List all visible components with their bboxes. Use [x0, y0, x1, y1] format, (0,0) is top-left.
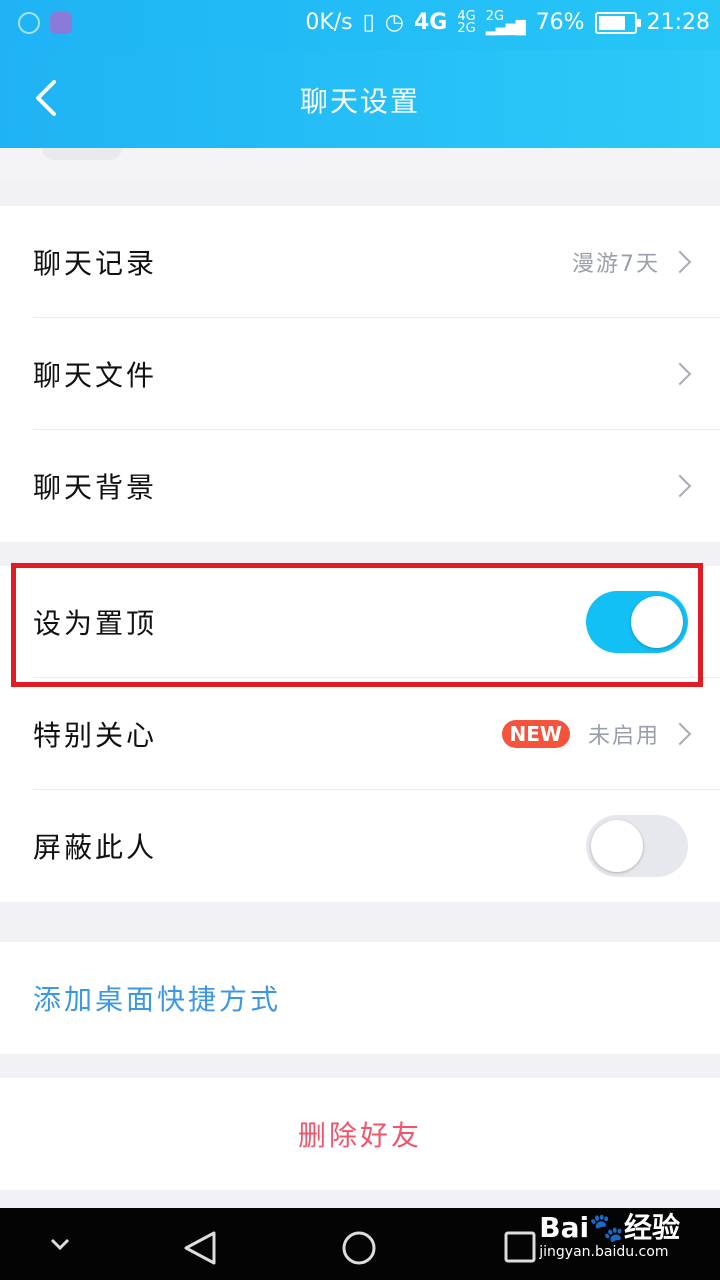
- alarm-icon: ◷: [384, 10, 404, 35]
- chat-section: 聊天记录 漫游7天 聊天文件 聊天背景: [0, 206, 720, 542]
- chat-files-row[interactable]: 聊天文件: [0, 318, 720, 430]
- notification-icons: [18, 12, 72, 34]
- block-contact-row: 屏蔽此人: [0, 790, 720, 902]
- page-title: 聊天设置: [299, 85, 420, 118]
- watermark-url: jingyan.baidu.com: [539, 1244, 669, 1260]
- add-shortcut-link[interactable]: 添加桌面快捷方式: [33, 978, 281, 1018]
- paw-icon: 🐾: [589, 1211, 624, 1244]
- block-toggle[interactable]: [586, 815, 688, 877]
- network-speed: 0K/s: [305, 10, 353, 35]
- status-bar: 0K/s ▯ ◷ 4G 4G 2G 2G ▂▄▆█ 76% 21:28: [0, 0, 720, 50]
- home-circle-icon[interactable]: [341, 1230, 377, 1266]
- app-notification-icon: [18, 12, 40, 34]
- chevron-right-icon: [668, 722, 692, 746]
- image-notification-icon: [50, 12, 72, 34]
- avatar: [42, 148, 122, 160]
- chevron-right-icon: [668, 362, 692, 386]
- network-type: 4G: [413, 10, 448, 35]
- special-care-row[interactable]: 特别关心 NEW 未启用: [0, 678, 720, 790]
- recents-square-icon[interactable]: [503, 1230, 537, 1264]
- chat-background-row[interactable]: 聊天背景: [0, 430, 720, 542]
- row-label: 特别关心: [33, 719, 158, 752]
- battery-icon: [594, 11, 641, 34]
- battery-percent: 76%: [535, 10, 585, 35]
- row-label: 聊天文件: [33, 359, 158, 392]
- toggle-knob: [591, 820, 643, 872]
- new-badge: NEW: [501, 720, 570, 748]
- delete-section: 删除好友: [0, 1078, 720, 1190]
- chevron-down-icon[interactable]: [48, 1236, 72, 1252]
- status-right: 0K/s ▯ ◷ 4G 4G 2G 2G ▂▄▆█ 76% 21:28: [305, 8, 710, 36]
- clock: 21:28: [646, 10, 710, 35]
- row-value: 未启用: [587, 724, 660, 749]
- signal-icon-2: 2G ▂▄▆█: [485, 8, 526, 36]
- baidu-watermark: Bai🐾经验 jingyan.baidu.com: [539, 1206, 680, 1260]
- row-value: 漫游7天: [572, 252, 660, 277]
- row-label: 聊天背景: [33, 471, 158, 504]
- highlight-box: [11, 563, 703, 687]
- chat-history-row[interactable]: 聊天记录 漫游7天: [0, 206, 720, 318]
- vibrate-icon: ▯: [362, 10, 375, 35]
- watermark-brand2: 经验: [623, 1211, 680, 1244]
- shortcut-section: 添加桌面快捷方式: [0, 942, 720, 1054]
- chevron-right-icon: [668, 474, 692, 498]
- row-label: 聊天记录: [33, 247, 158, 280]
- chevron-right-icon: [668, 250, 692, 274]
- title-bar: 聊天设置: [0, 50, 720, 148]
- back-triangle-icon[interactable]: [182, 1230, 218, 1266]
- watermark-brand: Bai: [539, 1211, 590, 1244]
- row-label: 屏蔽此人: [33, 831, 158, 864]
- delete-friend-button[interactable]: 删除好友: [0, 1114, 720, 1154]
- signal-icon: 4G 2G: [457, 8, 476, 36]
